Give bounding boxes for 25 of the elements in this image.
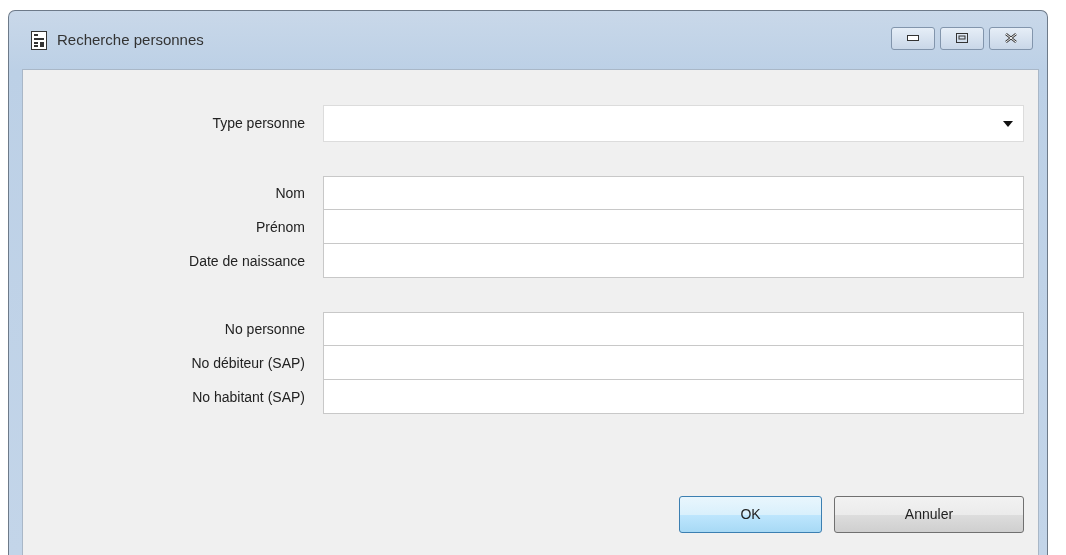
- maximize-button[interactable]: [940, 26, 984, 50]
- close-button[interactable]: [989, 26, 1033, 50]
- field-label: Date de naissance: [188, 251, 306, 271]
- document-icon: [31, 30, 47, 50]
- field-label: Type personne: [211, 114, 306, 133]
- minimize-button[interactable]: [891, 26, 935, 50]
- field-label: No débiteur (SAP): [190, 353, 306, 373]
- input-field[interactable]: [323, 380, 1024, 414]
- input-field[interactable]: [323, 176, 1024, 210]
- default-button[interactable]: OK: [679, 496, 822, 533]
- type-dropdown[interactable]: [323, 105, 1024, 142]
- field-label: No habitant (SAP): [191, 387, 306, 407]
- dialog-button[interactable]: Annuler: [834, 496, 1024, 533]
- window-title: Recherche personnes: [57, 29, 204, 50]
- input-field[interactable]: [323, 312, 1024, 346]
- dropdown-arrow-icon: [1003, 120, 1013, 127]
- field-label: Nom: [274, 183, 306, 203]
- input-field[interactable]: [323, 244, 1024, 278]
- minimize-icon: [907, 35, 919, 41]
- field-label: Prénom: [254, 217, 306, 237]
- maximize-icon: [956, 33, 968, 43]
- input-field[interactable]: [323, 346, 1024, 380]
- input-field[interactable]: [323, 210, 1024, 244]
- close-icon: [1004, 33, 1018, 43]
- field-label: No personne: [223, 319, 306, 339]
